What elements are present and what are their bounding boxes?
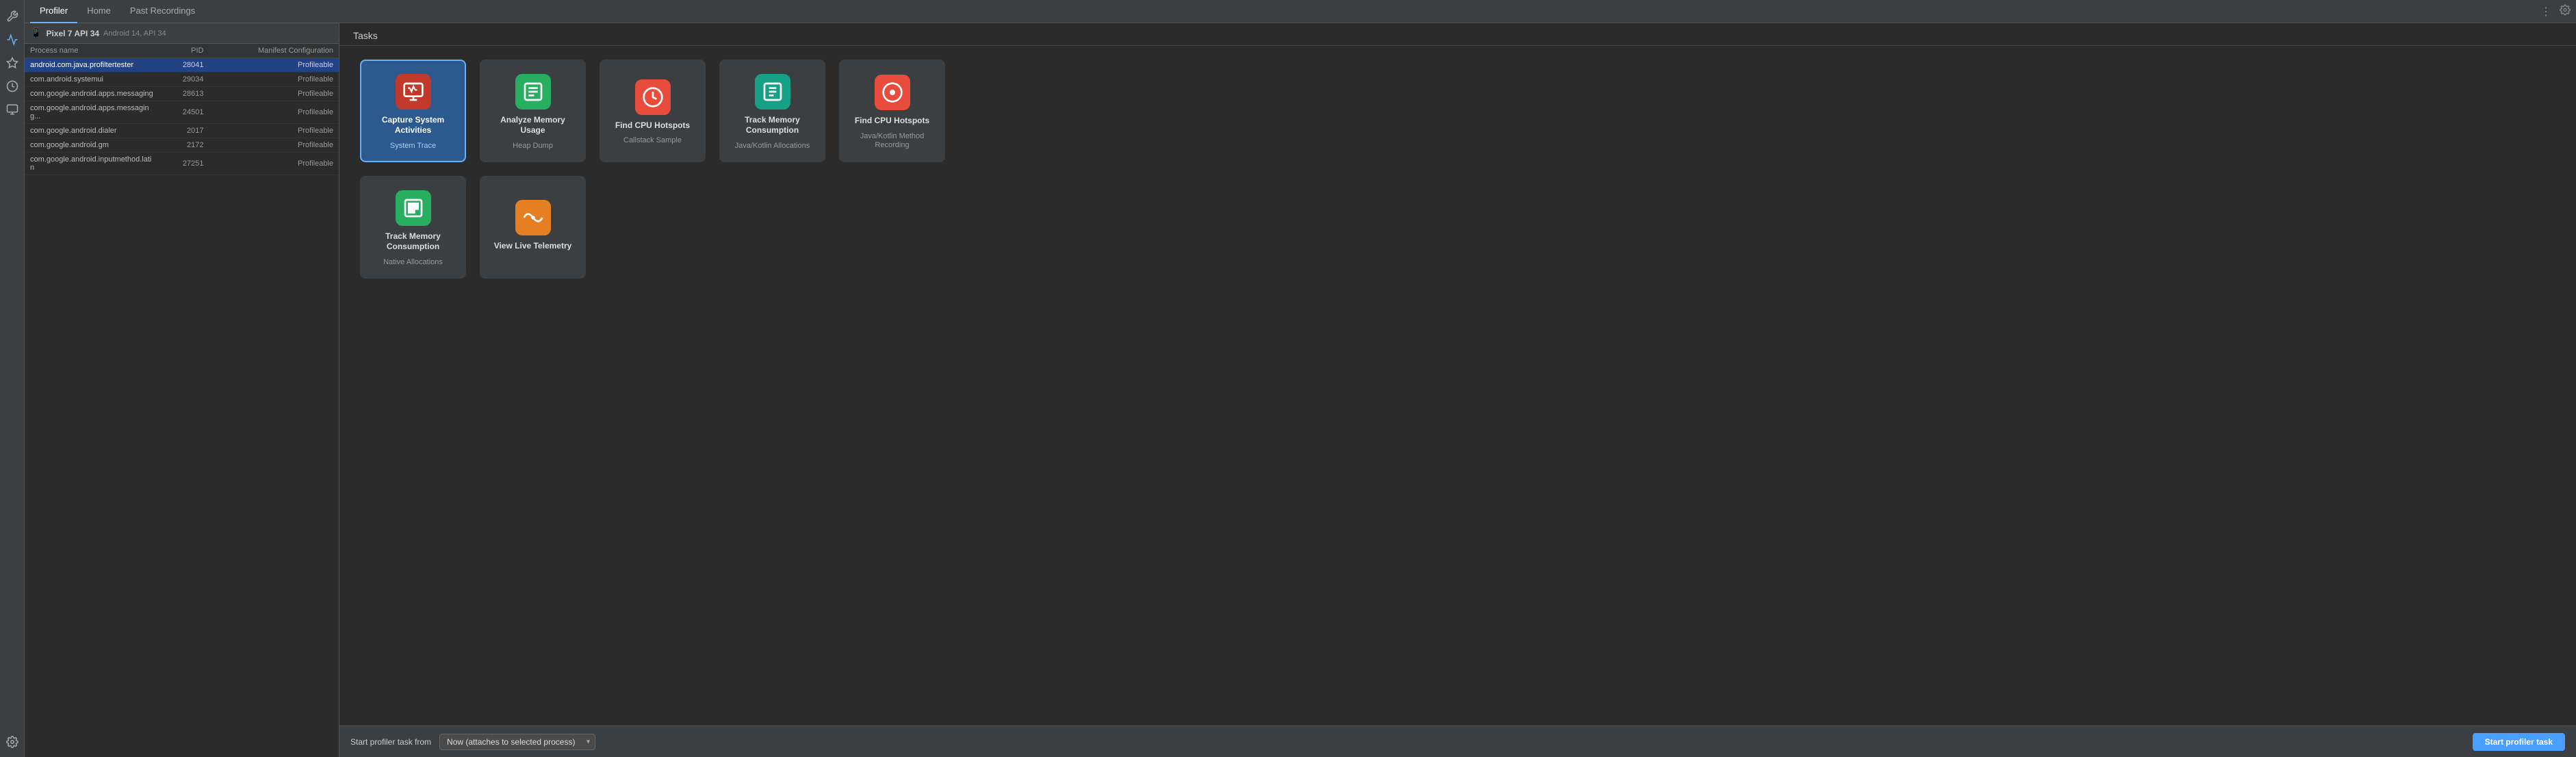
process-manifest: Profileable (209, 75, 334, 84)
sidebar-icon-profiler[interactable] (3, 30, 22, 49)
tasks-title: Tasks (353, 30, 378, 41)
process-name: android.com.java.profiltertester (30, 61, 155, 69)
task-subtitle-java-kotlin: Java/Kotlin Allocations (735, 142, 810, 151)
process-row[interactable]: com.android.systemui 29034 Profileable (25, 73, 339, 87)
device-name: Pixel 7 API 34 (46, 29, 99, 38)
sidebar-icon-monitor[interactable] (3, 100, 22, 119)
process-pid: 28041 (155, 61, 209, 69)
task-title-java-kotlin: Track Memory Consumption (727, 115, 817, 136)
task-icon-native-alloc (396, 190, 431, 226)
left-panel: 📱 Pixel 7 API 34 Android 14, API 34 Proc… (25, 23, 339, 757)
process-pid: 29034 (155, 75, 209, 84)
tab-profiler[interactable]: Profiler (30, 0, 77, 23)
task-subtitle-system-trace: System Trace (390, 142, 436, 151)
process-table-header: Process name PID Manifest Configuration (25, 44, 339, 58)
header-manifest: Manifest Configuration (209, 47, 334, 55)
header-pid: PID (155, 47, 209, 55)
sidebar-icon-star[interactable] (3, 53, 22, 73)
process-row[interactable]: com.google.android.dialer 2017 Profileab… (25, 124, 339, 138)
settings-icon[interactable] (2560, 4, 2571, 18)
sidebar-icon-tools[interactable] (3, 7, 22, 26)
tasks-row-2: Track Memory Consumption Native Allocati… (360, 176, 2555, 279)
task-title-live-telemetry: View Live Telemetry (494, 241, 572, 252)
task-title-callstack: Find CPU Hotspots (615, 120, 690, 131)
main-panel: Profiler Home Past Recordings ⋮ 📱 Pixel … (25, 0, 2576, 757)
process-pid: 24501 (155, 108, 209, 116)
process-row[interactable]: com.google.android.inputmethod.latin 272… (25, 153, 339, 175)
task-title-heap-dump: Analyze Memory Usage (488, 115, 578, 136)
tabs-bar: Profiler Home Past Recordings ⋮ (25, 0, 2576, 23)
process-manifest: Profileable (209, 108, 334, 116)
sidebar-icon-clock[interactable] (3, 77, 22, 96)
header-process-name: Process name (30, 47, 155, 55)
task-subtitle-callstack: Callstack Sample (623, 136, 682, 145)
process-manifest: Profileable (209, 61, 334, 69)
task-title-native-alloc: Track Memory Consumption (368, 231, 458, 253)
process-manifest: Profileable (209, 90, 334, 98)
process-manifest: Profileable (209, 141, 334, 149)
process-row[interactable]: android.com.java.profiltertester 28041 P… (25, 58, 339, 73)
task-card-live-telemetry[interactable]: View Live Telemetry (480, 176, 586, 279)
process-name: com.google.android.gm (30, 141, 155, 149)
task-card-java-kotlin[interactable]: Track Memory Consumption Java/Kotlin All… (719, 60, 825, 162)
process-rows-container: android.com.java.profiltertester 28041 P… (25, 58, 339, 175)
right-panel: Tasks Capture System (339, 23, 2576, 757)
task-card-callstack[interactable]: Find CPU Hotspots Callstack Sample (600, 60, 706, 162)
bottom-bar: Start profiler task from Now (attaches t… (339, 726, 2576, 757)
process-manifest: Profileable (209, 127, 334, 135)
process-pid: 2172 (155, 141, 209, 149)
task-title-java-kotlin-rec: Find CPU Hotspots (855, 116, 929, 127)
task-card-java-kotlin-rec[interactable]: Find CPU Hotspots Java/Kotlin Method Rec… (839, 60, 945, 162)
process-pid: 2017 (155, 127, 209, 135)
start-from-dropdown[interactable]: Now (attaches to selected process)From s… (439, 734, 595, 750)
process-row[interactable]: com.google.android.apps.messaging 28613 … (25, 87, 339, 101)
device-icon: 📱 (30, 27, 42, 39)
task-card-native-alloc[interactable]: Track Memory Consumption Native Allocati… (360, 176, 466, 279)
process-name: com.google.android.apps.messaging (30, 90, 155, 98)
task-subtitle-java-kotlin-rec: Java/Kotlin Method Recording (847, 132, 937, 150)
tab-home[interactable]: Home (77, 0, 120, 23)
tab-past-recordings[interactable]: Past Recordings (120, 0, 205, 23)
content-area: 📱 Pixel 7 API 34 Android 14, API 34 Proc… (25, 23, 2576, 757)
more-options-icon[interactable]: ⋮ (2540, 5, 2551, 18)
task-card-heap-dump[interactable]: Analyze Memory Usage Heap Dump (480, 60, 586, 162)
process-pid: 27251 (155, 159, 209, 168)
start-from-label: Start profiler task from (350, 737, 431, 747)
device-api: Android 14, API 34 (103, 29, 166, 38)
process-name: com.google.android.apps.messaging... (30, 104, 155, 120)
task-subtitle-native-alloc: Native Allocations (383, 258, 443, 267)
task-icon-java-kotlin-rec (875, 75, 910, 110)
tasks-grid: Capture System Activities System Trace (339, 46, 2576, 726)
process-row[interactable]: com.google.android.gm 2172 Profileable (25, 138, 339, 153)
start-profiler-button[interactable]: Start profiler task (2473, 733, 2565, 751)
task-icon-java-kotlin (755, 74, 790, 110)
process-name: com.google.android.dialer (30, 127, 155, 135)
device-row: 📱 Pixel 7 API 34 Android 14, API 34 (25, 23, 339, 44)
process-name: com.android.systemui (30, 75, 155, 84)
tasks-row-1: Capture System Activities System Trace (360, 60, 2555, 162)
task-icon-live-telemetry (515, 200, 551, 235)
sidebar (0, 0, 25, 757)
process-row[interactable]: com.google.android.apps.messaging... 245… (25, 101, 339, 124)
start-from-dropdown-wrapper: Now (attaches to selected process)From s… (439, 734, 595, 750)
process-manifest: Profileable (209, 159, 334, 168)
process-name: com.google.android.inputmethod.latin (30, 155, 155, 172)
task-subtitle-heap-dump: Heap Dump (513, 142, 553, 151)
process-pid: 28613 (155, 90, 209, 98)
task-title-system-trace: Capture System Activities (368, 115, 458, 136)
task-icon-heap-dump (515, 74, 551, 110)
task-icon-callstack (635, 79, 671, 115)
task-card-system-trace[interactable]: Capture System Activities System Trace (360, 60, 466, 162)
process-table: Process name PID Manifest Configuration … (25, 44, 339, 757)
sidebar-icon-settings[interactable] (3, 732, 22, 752)
tasks-header: Tasks (339, 23, 2576, 46)
task-icon-system-trace (396, 74, 431, 110)
